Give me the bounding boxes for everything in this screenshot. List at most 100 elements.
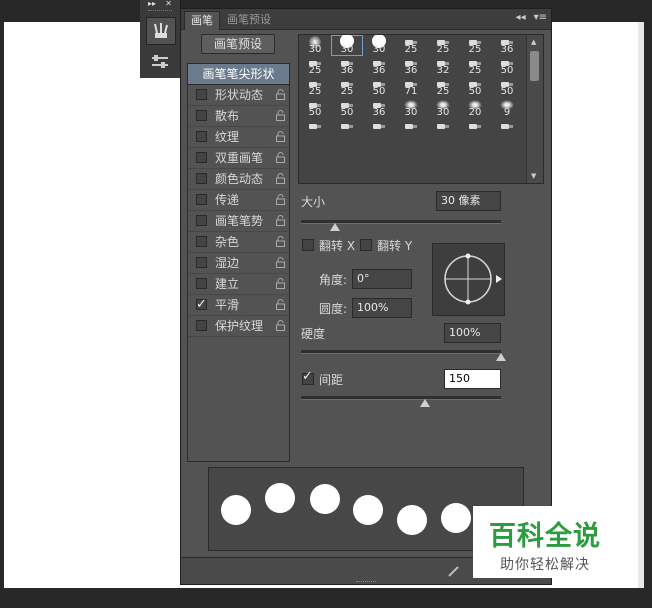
brush-preset-cell[interactable]: [363, 119, 395, 140]
brush-option-item[interactable]: 形状动态: [188, 85, 289, 106]
brush-option-checkbox[interactable]: [196, 257, 207, 268]
brush-option-item[interactable]: 保护纹理: [188, 316, 289, 337]
brush-preset-cell[interactable]: 25: [299, 77, 331, 98]
resize-grip[interactable]: [356, 581, 376, 582]
tab-brush-presets[interactable]: 画笔预设: [221, 11, 277, 29]
panel-menu-button[interactable]: ▾≡: [534, 12, 547, 23]
brush-preset-cell[interactable]: 36: [363, 98, 395, 119]
hardness-slider-knob[interactable]: [496, 353, 506, 361]
brush-preset-cell[interactable]: 50: [363, 77, 395, 98]
brush-preset-cell[interactable]: 30: [299, 35, 331, 56]
brush-preset-cell[interactable]: [299, 119, 331, 140]
brush-edit-icon[interactable]: [447, 564, 461, 578]
brush-preset-cell[interactable]: 25: [299, 56, 331, 77]
spacing-slider-knob[interactable]: [420, 399, 430, 407]
brush-preset-cell[interactable]: 25: [331, 77, 363, 98]
brush-option-item[interactable]: 传递: [188, 190, 289, 211]
brush-option-checkbox[interactable]: [196, 173, 207, 184]
brush-tip-shape-item[interactable]: 画笔笔尖形状: [188, 64, 289, 85]
brush-preset-cell[interactable]: 30: [331, 35, 363, 56]
spacing-checkbox[interactable]: [302, 369, 314, 385]
brush-presets-panel-button[interactable]: [146, 48, 174, 74]
lock-icon[interactable]: [276, 320, 285, 331]
lock-icon[interactable]: [276, 173, 285, 184]
brush-preset-cell[interactable]: 32: [427, 56, 459, 77]
brush-option-item[interactable]: 平滑: [188, 295, 289, 316]
dock-expand-button[interactable]: ▸▸: [148, 0, 156, 8]
brush-option-item[interactable]: 建立: [188, 274, 289, 295]
lock-icon[interactable]: [276, 215, 285, 226]
brush-preset-cell[interactable]: 25: [395, 35, 427, 56]
dock-close-button[interactable]: ✕: [165, 0, 172, 8]
brush-option-item[interactable]: 散布: [188, 106, 289, 127]
flip-x-checkbox[interactable]: [302, 239, 314, 251]
lock-icon[interactable]: [276, 278, 285, 289]
angle-field[interactable]: 0°: [352, 269, 412, 289]
lock-icon[interactable]: [276, 131, 285, 142]
brush-preset-cell[interactable]: 50: [331, 98, 363, 119]
size-slider-knob[interactable]: [330, 223, 340, 231]
brush-option-checkbox[interactable]: [196, 320, 207, 331]
spacing-field[interactable]: 150: [444, 369, 501, 389]
brush-preset-cell[interactable]: 50: [459, 77, 491, 98]
brush-option-checkbox[interactable]: [196, 89, 207, 100]
brush-preset-cell[interactable]: 20: [459, 98, 491, 119]
size-field[interactable]: 30 像素: [436, 191, 501, 211]
lock-icon[interactable]: [276, 110, 285, 121]
brush-preset-cell[interactable]: 9: [491, 98, 523, 119]
brush-preset-cell[interactable]: [459, 119, 491, 140]
brush-preset-cell[interactable]: 25: [427, 77, 459, 98]
brush-preset-cell[interactable]: 36: [395, 56, 427, 77]
brush-preset-cell[interactable]: 36: [331, 56, 363, 77]
brush-option-checkbox[interactable]: [196, 194, 207, 205]
lock-icon[interactable]: [276, 89, 285, 100]
brush-preset-cell[interactable]: 30: [395, 98, 427, 119]
lock-icon[interactable]: [276, 257, 285, 268]
brush-preset-cell[interactable]: [331, 119, 363, 140]
brush-preset-cell[interactable]: 50: [491, 77, 523, 98]
lock-icon[interactable]: [276, 236, 285, 247]
brush-preset-cell[interactable]: [427, 119, 459, 140]
brush-preset-cell[interactable]: 36: [363, 56, 395, 77]
brush-preset-cell[interactable]: 25: [459, 56, 491, 77]
hardness-slider-track[interactable]: [301, 350, 501, 354]
brush-option-checkbox[interactable]: [196, 215, 207, 226]
brush-option-item[interactable]: 双重画笔: [188, 148, 289, 169]
brush-preset-cell[interactable]: 50: [299, 98, 331, 119]
brush-option-checkbox[interactable]: [196, 278, 207, 289]
brush-option-item[interactable]: 湿边: [188, 253, 289, 274]
brush-preset-cell[interactable]: 25: [459, 35, 491, 56]
flip-y-checkbox[interactable]: [360, 239, 372, 251]
brush-option-checkbox[interactable]: [196, 295, 207, 315]
scroll-thumb[interactable]: [530, 51, 539, 81]
lock-icon[interactable]: [276, 194, 285, 205]
brush-preset-cell[interactable]: 36: [491, 35, 523, 56]
brush-preset-cell[interactable]: 30: [427, 98, 459, 119]
scroll-down-icon[interactable]: ▼: [531, 172, 536, 180]
collapse-panel-button[interactable]: ◂◂: [516, 12, 526, 23]
brush-option-item[interactable]: 颜色动态: [188, 169, 289, 190]
brush-preset-cell[interactable]: 71: [395, 77, 427, 98]
lock-icon[interactable]: [276, 152, 285, 163]
scroll-up-icon[interactable]: ▲: [531, 38, 536, 46]
brush-presets-button[interactable]: 画笔预设: [201, 34, 275, 54]
angle-roundness-widget[interactable]: [432, 243, 505, 316]
brush-option-checkbox[interactable]: [196, 152, 207, 163]
brush-option-checkbox[interactable]: [196, 131, 207, 142]
brush-preset-cell[interactable]: [491, 119, 523, 140]
brush-preset-cell[interactable]: [395, 119, 427, 140]
brush-option-item[interactable]: 画笔笔势: [188, 211, 289, 232]
brush-preset-cell[interactable]: 25: [427, 35, 459, 56]
presets-scrollbar[interactable]: ▲ ▼: [526, 35, 543, 183]
hardness-field[interactable]: 100%: [444, 323, 501, 343]
brush-option-checkbox[interactable]: [196, 236, 207, 247]
brush-panel-button[interactable]: [146, 17, 176, 45]
tab-brush[interactable]: 画笔: [184, 11, 220, 30]
brush-option-checkbox[interactable]: [196, 110, 207, 121]
dock-grip[interactable]: [148, 10, 172, 16]
brush-preset-cell[interactable]: 50: [491, 56, 523, 77]
roundness-field[interactable]: 100%: [352, 298, 412, 318]
brush-option-item[interactable]: 纹理: [188, 127, 289, 148]
spacing-slider-track[interactable]: [301, 396, 501, 400]
lock-icon[interactable]: [276, 299, 285, 310]
